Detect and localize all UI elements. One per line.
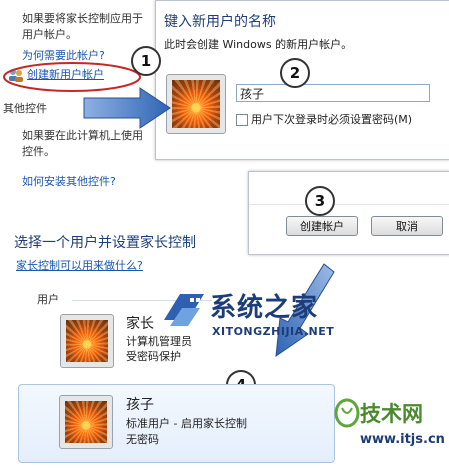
watermark-site-name: 技术网 [360, 402, 423, 426]
xitongzhijia-logo-icon [164, 294, 204, 326]
info-text-line2: 用户帐户。 [22, 28, 77, 41]
dialog-title: 键入新用户的名称 [164, 14, 276, 30]
dialog-button-bar: 创建帐户 取消 [248, 171, 449, 255]
create-account-button[interactable]: 创建帐户 [286, 216, 358, 236]
user-name: 家长 [126, 316, 154, 332]
username-input[interactable]: 孩子 [236, 84, 430, 102]
other-controls-desc1: 如果要在此计算机上使用 [22, 129, 143, 142]
divider [249, 204, 449, 205]
user-avatar [59, 395, 113, 449]
itjs-logo-icon [334, 398, 360, 428]
users-section-label: 用户 [37, 293, 59, 306]
user-account-type: 标准用户 - 启用家长控制 [126, 417, 247, 430]
user-password-status: 受密码保护 [126, 350, 181, 363]
info-text-line1: 如果要将家长控制应用于 [22, 12, 143, 25]
step-badge-3: 3 [305, 186, 335, 216]
what-can-controls-do-link[interactable]: 家长控制可以用来做什么? [16, 259, 143, 273]
other-controls-desc2: 控件。 [22, 145, 55, 158]
watermark-brand-sub: XITONGZHIJIA.NET [212, 325, 335, 338]
must-set-password-checkbox[interactable] [236, 114, 248, 126]
watermark-brand: 系统之家 [210, 293, 319, 323]
user-password-status: 无密码 [126, 433, 159, 446]
user-card-child[interactable]: 孩子 标准用户 - 启用家长控制 无密码 [18, 384, 335, 463]
user-account-type: 计算机管理员 [126, 335, 192, 348]
must-set-password-label: 用户下次登录时必须设置密码(M) [251, 113, 413, 126]
step-badge-1: 1 [131, 46, 161, 76]
user-avatar [60, 314, 114, 368]
page-heading: 选择一个用户并设置家长控制 [14, 235, 196, 251]
right-arrow-icon [83, 87, 171, 129]
watermark-site-url: www.itjs.cn [360, 432, 445, 447]
dialog-description: 此时会创建 Windows 的新用户帐户。 [164, 38, 353, 51]
new-user-avatar [166, 74, 226, 134]
cancel-button[interactable]: 取消 [371, 216, 443, 236]
other-controls-title: 其他控件 [3, 102, 47, 115]
step-badge-2: 2 [280, 58, 310, 88]
user-name: 孩子 [126, 397, 154, 413]
install-controls-link[interactable]: 如何安装其他控件? [22, 175, 116, 189]
